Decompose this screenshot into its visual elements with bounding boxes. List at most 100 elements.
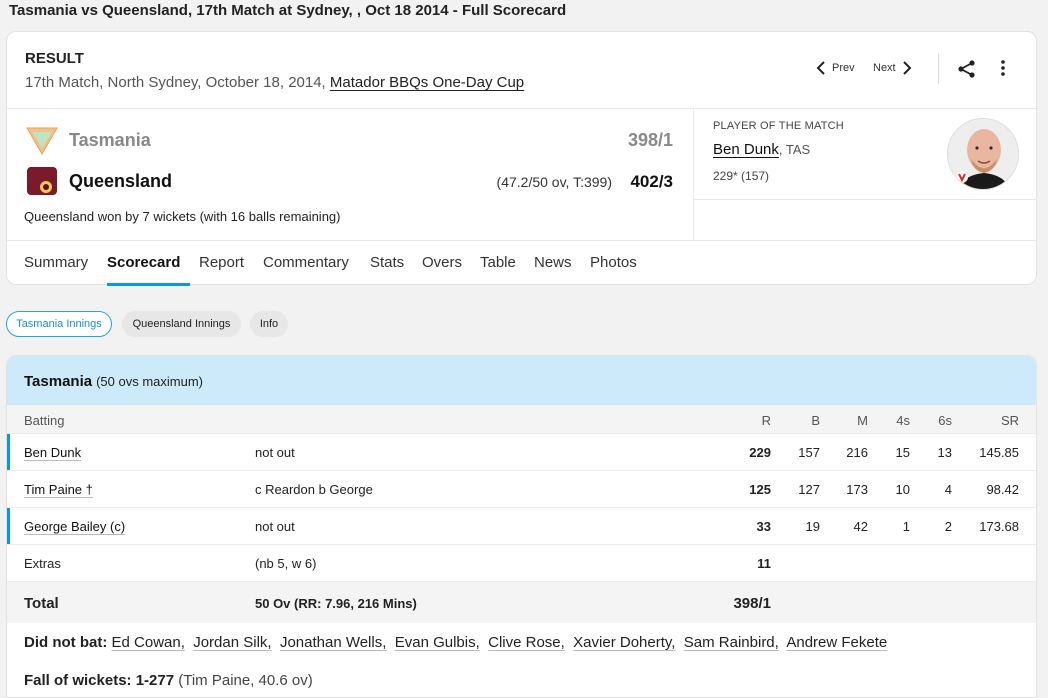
queensland-logo bbox=[24, 165, 60, 197]
divider bbox=[693, 199, 1037, 200]
table-row: Tim Paine † c Reardon b George 125 127 1… bbox=[7, 470, 1036, 507]
extras-detail: (nb 5, w 6) bbox=[255, 556, 317, 571]
sixes: 13 bbox=[937, 445, 952, 460]
avatar[interactable] bbox=[947, 118, 1019, 190]
prev-button[interactable]: Prev bbox=[815, 60, 855, 76]
balls-header: B bbox=[811, 413, 820, 428]
dnb-player[interactable]: Xavier Doherty, bbox=[573, 634, 675, 651]
dnb-player[interactable]: Sam Rainbird, bbox=[684, 634, 779, 651]
tab-summary[interactable]: Summary bbox=[24, 254, 88, 271]
tasmania-logo bbox=[24, 124, 60, 156]
chevron-left-icon bbox=[816, 61, 825, 75]
page-title: Tasmania vs Queensland, 17th Match at Sy… bbox=[9, 2, 567, 19]
fow-detail: (Tim Paine, 40.6 ov) bbox=[174, 672, 313, 689]
divider bbox=[7, 108, 1036, 109]
batter-name[interactable]: George Bailey (c) bbox=[24, 519, 125, 534]
minutes: 173 bbox=[846, 482, 868, 497]
tab-overs[interactable]: Overs bbox=[422, 254, 462, 271]
sr-header: SR bbox=[1000, 413, 1019, 428]
dismissal: c Reardon b George bbox=[255, 482, 373, 497]
active-tab-indicator bbox=[107, 283, 190, 286]
sixes-header: 6s bbox=[938, 413, 952, 428]
team-score: 402/3 bbox=[630, 172, 673, 191]
more-options-icon[interactable] bbox=[1000, 57, 1006, 84]
fours: 1 bbox=[902, 519, 910, 534]
batter-name[interactable]: Tim Paine † bbox=[24, 482, 93, 497]
sixes: 4 bbox=[944, 482, 952, 497]
team-name[interactable]: Tasmania bbox=[69, 130, 151, 151]
did-not-bat-label: Did not bat: bbox=[24, 634, 108, 651]
potm-name[interactable]: Ben Dunk bbox=[713, 141, 779, 158]
potm-label: PLAYER OF THE MATCH bbox=[713, 120, 844, 132]
dnb-player[interactable]: Evan Gulbis, bbox=[395, 634, 480, 651]
sixes: 2 bbox=[944, 519, 952, 534]
strike-rate: 98.42 bbox=[986, 482, 1019, 497]
table-row: George Bailey (c) not out 33 19 42 1 2 1… bbox=[7, 507, 1036, 544]
dnb-player[interactable]: Ed Cowan, bbox=[112, 634, 185, 651]
match-status: Queensland won by 7 wickets (with 16 bal… bbox=[24, 209, 341, 224]
runs: 125 bbox=[749, 482, 771, 497]
match-header-card: RESULT 17th Match, North Sydney, October… bbox=[6, 31, 1037, 286]
strike-rate: 173.68 bbox=[979, 519, 1019, 534]
runs-header: R bbox=[761, 413, 771, 428]
divider bbox=[7, 240, 1036, 241]
dnb-player[interactable]: Clive Rose, bbox=[488, 634, 565, 651]
innings-header: Tasmania (50 ovs maximum) bbox=[7, 356, 1036, 405]
minutes-header: M bbox=[857, 413, 868, 428]
tab-scorecard[interactable]: Scorecard bbox=[107, 254, 180, 271]
batting-header: Batting bbox=[24, 413, 65, 428]
tab-commentary[interactable]: Commentary bbox=[263, 254, 349, 271]
batter-name[interactable]: Ben Dunk bbox=[24, 445, 81, 460]
divider bbox=[693, 108, 694, 240]
innings-team: Tasmania (50 ovs maximum) bbox=[24, 373, 203, 390]
potm-stat: 229* (157) bbox=[713, 169, 770, 183]
fow-value: 1-277 bbox=[135, 672, 175, 689]
fall-of-wickets: Fall of wickets: 1-277 (Tim Paine, 40.6 … bbox=[24, 672, 313, 689]
team-overs: (47.2/50 ov, T:399) bbox=[496, 174, 612, 190]
extras-label: Extras bbox=[24, 556, 61, 571]
dnb-player[interactable]: Jonathan Wells, bbox=[280, 634, 386, 651]
tab-stats[interactable]: Stats bbox=[370, 254, 404, 271]
team-score: 398/1 bbox=[627, 130, 673, 150]
next-button[interactable]: Next bbox=[873, 60, 913, 76]
table-row: Ben Dunk not out 229 157 216 15 13 145.8… bbox=[7, 433, 1036, 470]
dismissal: not out bbox=[255, 445, 295, 460]
nav-divider bbox=[938, 54, 939, 84]
total-label: Total bbox=[24, 595, 59, 612]
dnb-player[interactable]: Andrew Fekete bbox=[786, 634, 887, 651]
not-out-indicator bbox=[7, 508, 10, 544]
dnb-player[interactable]: Jordan Silk, bbox=[193, 634, 271, 651]
next-label: Next bbox=[873, 62, 896, 74]
tab-table[interactable]: Table bbox=[480, 254, 516, 271]
potm-player[interactable]: Ben Dunk, TAS bbox=[713, 141, 810, 158]
result-label: RESULT bbox=[25, 50, 84, 67]
innings-overs-max: (50 ovs maximum) bbox=[96, 374, 204, 389]
fours: 10 bbox=[895, 482, 910, 497]
fours: 15 bbox=[895, 445, 910, 460]
dismissal: not out bbox=[255, 519, 295, 534]
potm-team: , TAS bbox=[778, 142, 811, 157]
extras-value: 11 bbox=[757, 556, 771, 571]
extras-row: Extras (nb 5, w 6) 11 bbox=[7, 544, 1036, 581]
tab-report[interactable]: Report bbox=[199, 254, 244, 271]
fow-label: Fall of wickets: bbox=[24, 672, 136, 689]
total-value: 398/1 bbox=[733, 595, 771, 612]
team-name[interactable]: Queensland bbox=[69, 171, 172, 192]
total-row: Total 50 Ov (RR: 7.96, 216 Mins) 398/1 bbox=[7, 581, 1036, 623]
runs: 33 bbox=[756, 519, 771, 534]
not-out-indicator bbox=[7, 434, 10, 470]
share-icon[interactable] bbox=[957, 59, 977, 84]
minutes: 42 bbox=[853, 519, 868, 534]
balls: 19 bbox=[805, 519, 820, 534]
total-detail: 50 Ov (RR: 7.96, 216 Mins) bbox=[255, 596, 417, 611]
strike-rate: 145.85 bbox=[979, 445, 1019, 460]
did-not-bat: Did not bat: Ed Cowan, Jordan Silk, Jona… bbox=[24, 634, 887, 651]
queensland-innings-pill[interactable]: Queensland Innings bbox=[122, 311, 241, 337]
tab-photos[interactable]: Photos bbox=[590, 254, 637, 271]
series-link[interactable]: Matador BBQs One-Day Cup bbox=[330, 74, 524, 91]
tab-news[interactable]: News bbox=[534, 254, 572, 271]
tasmania-innings-pill[interactable]: Tasmania Innings bbox=[6, 311, 112, 337]
prev-label: Prev bbox=[832, 62, 855, 74]
info-pill[interactable]: Info bbox=[250, 311, 288, 337]
runs: 229 bbox=[749, 445, 771, 460]
